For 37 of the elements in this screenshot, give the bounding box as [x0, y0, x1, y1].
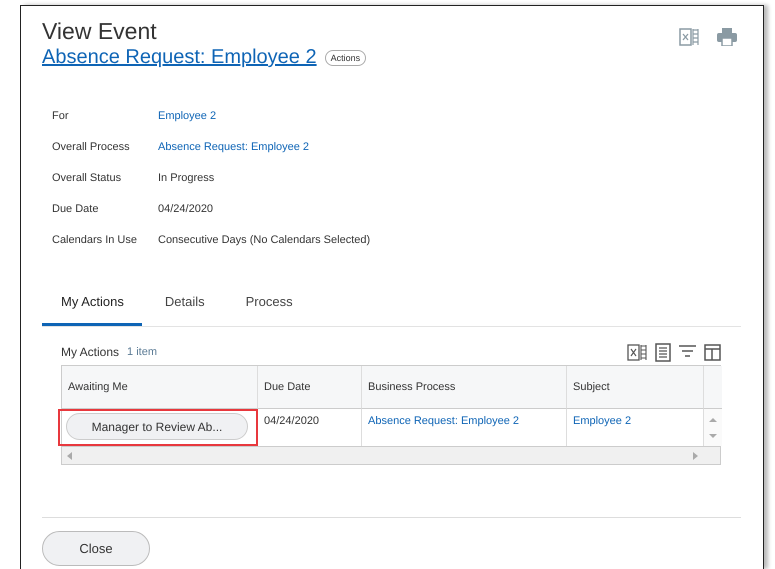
- column-header: Business Process: [362, 366, 567, 409]
- field-value: Consecutive Days (No Calendars Selected): [158, 233, 370, 248]
- horizontal-scrollbar[interactable]: [61, 446, 721, 465]
- table-title: My Actions: [61, 345, 120, 359]
- tab[interactable]: My Actions: [42, 294, 142, 326]
- item-count: 1 item: [127, 346, 157, 358]
- column-header: Awaiting Me: [62, 366, 258, 409]
- tab[interactable]: Details: [146, 294, 223, 326]
- columns-icon[interactable]: [704, 344, 721, 360]
- table-link[interactable]: Employee 2: [573, 415, 632, 427]
- table-link[interactable]: Absence Request: Employee 2: [368, 415, 520, 427]
- scroll-right-icon[interactable]: [692, 452, 698, 460]
- field-value: In Progress: [158, 171, 216, 186]
- tab[interactable]: Process: [226, 294, 311, 326]
- field-link[interactable]: Absence Request: Employee 2: [158, 139, 370, 155]
- field-value: 04/24/2020: [158, 202, 214, 217]
- field-link[interactable]: Employee 2: [158, 108, 370, 124]
- field-label: For: [52, 109, 70, 124]
- excel-export-icon[interactable]: [627, 344, 647, 360]
- event-link[interactable]: Absence Request: Employee 2: [42, 46, 317, 69]
- field-label: Overall Status: [52, 171, 122, 186]
- action-button[interactable]: Manager to Review Ab...: [66, 413, 248, 440]
- close-button[interactable]: Close: [42, 531, 150, 566]
- scroll-left-icon[interactable]: [67, 452, 73, 460]
- filter-icon[interactable]: [679, 345, 696, 359]
- actions-button[interactable]: Actions: [324, 50, 366, 66]
- print-icon[interactable]: [717, 28, 737, 46]
- scroll-down-icon[interactable]: [709, 434, 717, 438]
- vertical-scrollbar[interactable]: [704, 409, 722, 446]
- list-view-icon[interactable]: [655, 342, 671, 362]
- field-label: Overall Process: [52, 140, 131, 155]
- column-header: Due Date: [258, 366, 362, 409]
- dialog-title: View Event: [42, 18, 158, 44]
- column-header: Subject: [567, 366, 704, 409]
- field-label: Calendars In Use: [52, 233, 138, 248]
- field-label: Due Date: [52, 202, 100, 217]
- scroll-up-icon[interactable]: [709, 416, 717, 422]
